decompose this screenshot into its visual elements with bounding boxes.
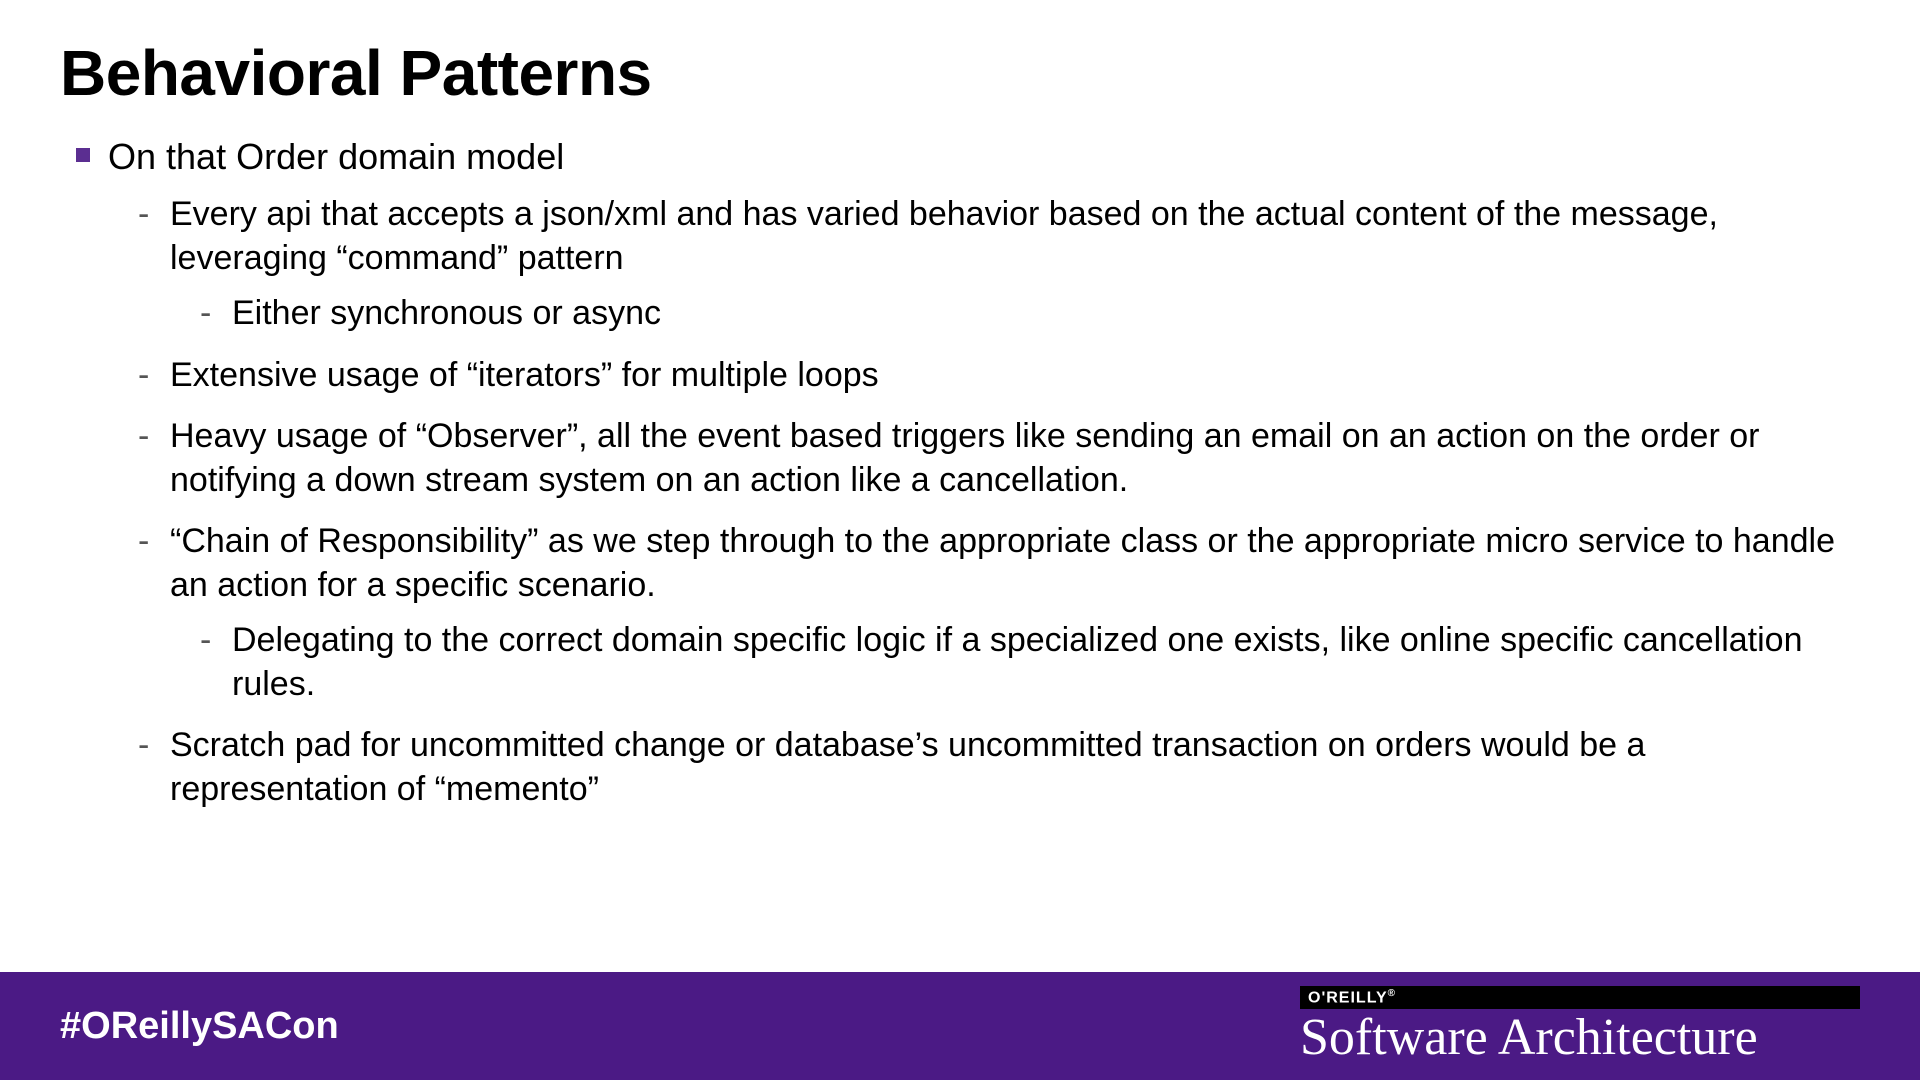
bullet-l2: Heavy usage of “Observer”, all the event… (138, 415, 1860, 502)
bullet-l2: Extensive usage of “iterators” for multi… (138, 354, 1860, 398)
bullet-l3: Either synchronous or async (200, 292, 1860, 336)
bullet-l2: “Chain of Responsibility” as we step thr… (138, 520, 1860, 706)
slide-footer: #OReillySACon O'REILLY® Software Archite… (0, 972, 1920, 1080)
bullet-l1-text: On that Order domain model (108, 136, 564, 177)
bullet-list-level3: Either synchronous or async (170, 292, 1860, 336)
bullet-l2-text: Scratch pad for uncommitted change or da… (170, 726, 1645, 808)
brand-name-text: Software Architecture (1300, 1011, 1758, 1066)
bullet-l2-text: Heavy usage of “Observer”, all the event… (170, 417, 1759, 499)
bullet-l2-text: “Chain of Responsibility” as we step thr… (170, 522, 1835, 604)
slide: Behavioral Patterns On that Order domain… (0, 0, 1920, 1080)
footer-brand: O'REILLY® Software Architecture (1300, 986, 1860, 1066)
bullet-l2: Scratch pad for uncommitted change or da… (138, 724, 1860, 811)
brand-registered-icon: ® (1388, 988, 1396, 999)
bullet-l3-text: Delegating to the correct domain specifi… (232, 621, 1803, 703)
bullet-l3: Delegating to the correct domain specifi… (200, 619, 1860, 706)
bullet-l2: Every api that accepts a json/xml and ha… (138, 193, 1860, 336)
bullet-list-level1: On that Order domain model Every api tha… (60, 134, 1860, 811)
brand-top-bar: O'REILLY® (1300, 986, 1860, 1009)
brand-top-text: O'REILLY (1308, 989, 1388, 1006)
slide-content: Behavioral Patterns On that Order domain… (0, 0, 1920, 811)
bullet-list-level2: Every api that accepts a json/xml and ha… (108, 193, 1860, 811)
slide-title: Behavioral Patterns (60, 36, 1860, 110)
bullet-list-level3: Delegating to the correct domain specifi… (170, 619, 1860, 706)
bullet-l3-text: Either synchronous or async (232, 294, 661, 332)
bullet-l2-text: Every api that accepts a json/xml and ha… (170, 195, 1718, 277)
bullet-l2-text: Extensive usage of “iterators” for multi… (170, 356, 879, 394)
footer-hashtag: #OReillySACon (60, 1005, 339, 1048)
bullet-l1: On that Order domain model Every api tha… (70, 134, 1860, 811)
